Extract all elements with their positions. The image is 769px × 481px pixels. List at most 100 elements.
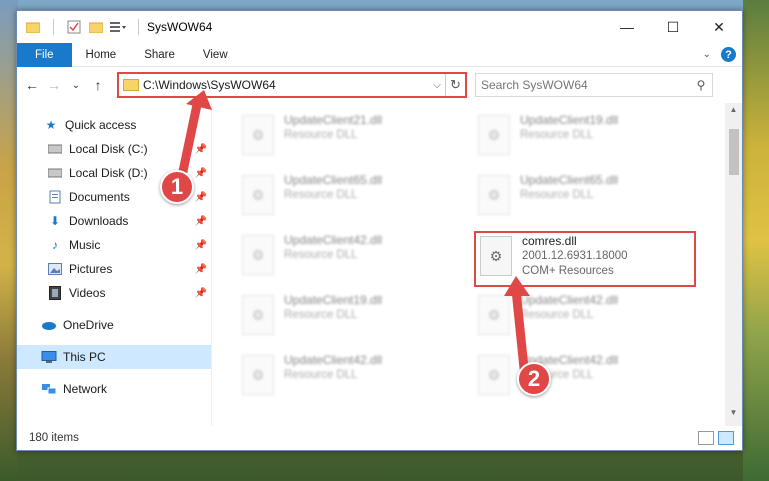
expand-ribbon-icon[interactable]: ⌄: [703, 49, 711, 60]
pin-icon[interactable]: 📌: [195, 168, 207, 179]
tab-home[interactable]: Home: [72, 43, 131, 67]
search-box[interactable]: ⚲: [475, 73, 713, 97]
tab-view[interactable]: View: [189, 43, 242, 67]
sidebar-item-this-pc[interactable]: This PC: [17, 345, 211, 369]
tab-share[interactable]: Share: [130, 43, 189, 67]
pin-icon[interactable]: 📌: [195, 264, 207, 275]
pin-icon[interactable]: 📌: [195, 192, 207, 203]
tab-file[interactable]: File: [17, 42, 72, 67]
sidebar-item-network[interactable]: Network: [17, 377, 211, 401]
file-version: 2001.12.6931.18000: [522, 250, 628, 262]
dll-file-icon: ⚙: [242, 115, 274, 155]
sidebar-item-downloads[interactable]: ⬇ Downloads 📌: [17, 209, 211, 233]
file-item[interactable]: ⚙ UpdateClient42.dll Resource DLL: [478, 293, 678, 343]
search-icon[interactable]: ⚲: [690, 78, 712, 92]
computer-icon: [41, 350, 57, 364]
file-type: Resource DLL: [284, 309, 358, 321]
network-icon: [41, 382, 57, 396]
properties-icon[interactable]: [66, 19, 82, 35]
pin-icon[interactable]: 📌: [195, 288, 207, 299]
close-button[interactable]: ✕: [696, 11, 742, 43]
minimize-button[interactable]: —: [604, 11, 650, 43]
file-item[interactable]: ⚙ UpdateClient42.dll Resource DLL: [242, 233, 442, 283]
sidebar-item-pictures[interactable]: Pictures 📌: [17, 257, 211, 281]
callout-step-2: 2: [517, 362, 551, 396]
file-item[interactable]: ⚙ UpdateClient19.dll Resource DLL: [478, 113, 678, 163]
sidebar-item-label: Quick access: [65, 118, 137, 132]
file-name: UpdateClient21.dll: [284, 113, 383, 127]
music-icon: ♪: [52, 238, 58, 252]
file-item[interactable]: ⚙ UpdateClient65.dll Resource DLL: [478, 173, 678, 223]
drive-icon: [47, 166, 63, 180]
back-button[interactable]: ←: [21, 74, 43, 96]
folder-icon[interactable]: [25, 19, 41, 35]
scroll-up-icon[interactable]: ▲: [725, 105, 742, 121]
tiles-view-icon[interactable]: [718, 431, 734, 445]
title-bar: SysWOW64 — ☐ ✕: [17, 11, 742, 43]
dll-file-icon: ⚙: [242, 355, 274, 395]
customize-toolbar-icon[interactable]: [110, 19, 126, 35]
dll-file-icon: ⚙: [242, 235, 274, 275]
desktop-background-right: [743, 0, 769, 481]
file-name: comres.dll: [522, 234, 577, 248]
window-title: SysWOW64: [147, 20, 213, 34]
sidebar-item-label: Network: [63, 382, 108, 396]
dll-file-icon: ⚙: [478, 175, 510, 215]
address-bar[interactable]: C:\Windows\SysWOW64 ⌵ ↻: [117, 72, 467, 98]
scroll-down-icon[interactable]: ▼: [725, 408, 742, 424]
address-path[interactable]: C:\Windows\SysWOW64: [143, 78, 429, 92]
details-view-icon[interactable]: [698, 431, 714, 445]
file-name: UpdateClient19.dll: [520, 113, 619, 127]
navigation-bar: ← → ⌄ ↑ C:\Windows\SysWOW64 ⌵ ↻ ⚲: [17, 67, 742, 103]
pin-icon[interactable]: 📌: [195, 216, 207, 227]
pin-icon[interactable]: 📌: [195, 144, 207, 155]
comres-file-item[interactable]: ⚙ comres.dll 2001.12.6931.18000 COM+ Res…: [480, 234, 680, 286]
file-item[interactable]: ⚙ UpdateClient21.dll Resource DLL: [242, 113, 442, 163]
new-folder-icon[interactable]: [88, 19, 104, 35]
file-name: UpdateClient42.dll: [284, 353, 383, 367]
file-type: COM+ Resources: [522, 265, 614, 277]
file-item[interactable]: ⚙ UpdateClient42.dll Resource DLL: [478, 353, 678, 403]
file-type: Resource DLL: [520, 129, 594, 141]
file-type: Resource DLL: [284, 189, 358, 201]
dll-file-icon: ⚙: [242, 175, 274, 215]
scroll-thumb[interactable]: [729, 129, 739, 175]
dll-file-icon: ⚙: [478, 355, 510, 395]
recent-locations-button[interactable]: ⌄: [65, 74, 87, 96]
file-item[interactable]: ⚙ UpdateClient42.dll Resource DLL: [242, 353, 442, 403]
sidebar-item-label: Downloads: [69, 214, 129, 228]
sidebar-item-label: Local Disk (D:): [69, 166, 148, 180]
documents-icon: [47, 190, 63, 204]
vertical-scrollbar[interactable]: ▲ ▼: [725, 103, 742, 426]
chevron-down-icon[interactable]: ⌵: [429, 80, 445, 91]
file-name: UpdateClient42.dll: [284, 233, 383, 247]
sidebar-item-onedrive[interactable]: OneDrive: [17, 313, 211, 337]
folder-icon: [123, 79, 139, 91]
search-input[interactable]: [476, 78, 690, 92]
explorer-window: SysWOW64 — ☐ ✕ File Home Share View ⌄ ? …: [16, 10, 743, 451]
sidebar-item-music[interactable]: ♪ Music 📌: [17, 233, 211, 257]
sidebar-item-label: Documents: [69, 190, 130, 204]
dll-file-icon: ⚙: [478, 295, 510, 335]
sidebar-item-videos[interactable]: Videos 📌: [17, 281, 211, 305]
help-icon[interactable]: ?: [721, 47, 736, 62]
drive-icon: [47, 142, 63, 156]
maximize-button[interactable]: ☐: [650, 11, 696, 43]
main-body: ★ Quick access Local Disk (C:) 📌 Local D…: [17, 103, 742, 426]
download-icon: ⬇: [49, 214, 61, 228]
sidebar-item-quick-access[interactable]: ★ Quick access: [17, 113, 211, 137]
cloud-icon: [41, 318, 57, 332]
file-item[interactable]: ⚙ UpdateClient65.dll Resource DLL: [242, 173, 442, 223]
status-bar: 180 items: [17, 426, 742, 450]
forward-button[interactable]: →: [43, 74, 65, 96]
refresh-button[interactable]: ↻: [445, 74, 465, 96]
up-button[interactable]: ↑: [87, 74, 109, 96]
file-item[interactable]: ⚙ UpdateClient19.dll Resource DLL: [242, 293, 442, 343]
file-name: UpdateClient42.dll: [520, 293, 619, 307]
pin-icon[interactable]: 📌: [195, 240, 207, 251]
sidebar-item-local-disk-c[interactable]: Local Disk (C:) 📌: [17, 137, 211, 161]
sidebar-item-label: OneDrive: [63, 318, 114, 332]
sidebar-item-label: This PC: [63, 350, 106, 364]
callout-step-1: 1: [160, 170, 194, 204]
